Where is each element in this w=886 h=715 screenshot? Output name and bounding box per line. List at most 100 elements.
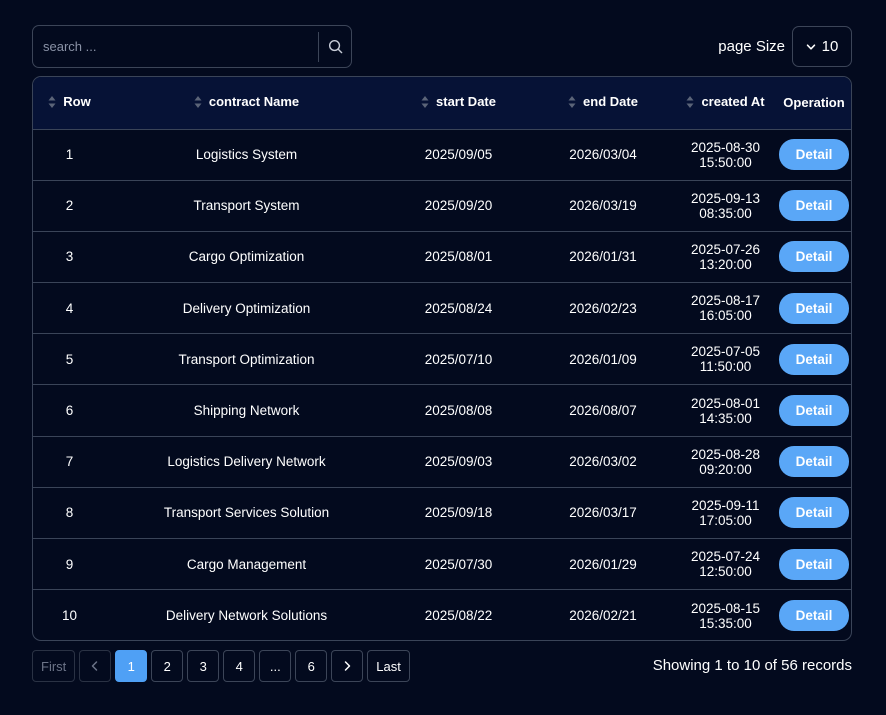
table-row: 6 Shipping Network 2025/08/08 2026/08/07…	[33, 385, 851, 437]
cell-row: 4	[65, 300, 74, 316]
detail-button[interactable]: Detail	[779, 600, 849, 632]
cell-row: 6	[65, 403, 74, 419]
search-button[interactable]	[319, 26, 352, 67]
cell-contract-name: Delivery Optimization	[182, 300, 311, 316]
cell-created-at: 2025-07-05 11:50:00	[690, 344, 761, 375]
cell-contract-name: Delivery Network Solutions	[165, 608, 328, 624]
cell-end-date: 2026/03/17	[569, 505, 637, 521]
cell-start-date: 2025/09/05	[424, 147, 493, 163]
chevron-right-icon	[345, 661, 351, 671]
cell-row: 1	[65, 147, 74, 163]
column-header-label: Operation	[783, 95, 845, 111]
contracts-table: Row contract Name start Date end Date cr…	[32, 76, 852, 641]
cell-row: 10	[61, 608, 78, 624]
column-header-label: created At	[701, 94, 765, 109]
column-header-contract-name[interactable]: contract Name	[106, 77, 387, 130]
column-header-start-date[interactable]: start Date	[387, 77, 530, 130]
table-header-row: Row contract Name start Date end Date cr…	[33, 77, 851, 130]
sort-icon[interactable]	[686, 95, 694, 109]
column-header-created-at[interactable]: created At	[676, 77, 775, 130]
cell-end-date: 2026/01/09	[569, 351, 637, 367]
cell-operation: Detail	[775, 334, 851, 385]
cell-row: 5	[65, 351, 74, 367]
detail-button[interactable]: Detail	[779, 497, 849, 529]
cell-start-date: 2025/09/18	[424, 505, 493, 521]
table-row: 3 Cargo Optimization 2025/08/01 2026/01/…	[33, 231, 851, 283]
pagination: First 1 2 3 4 ... 6 Last	[32, 650, 410, 682]
cell-operation: Detail	[775, 385, 851, 436]
column-header-label: contract Name	[208, 94, 300, 109]
cell-created-at: 2025-08-15 15:35:00	[690, 600, 761, 631]
table-row: 8 Transport Services Solution 2025/09/18…	[33, 487, 851, 539]
cell-end-date: 2026/03/04	[569, 147, 637, 163]
page-button-4[interactable]: 4	[223, 650, 256, 682]
cell-contract-name: Cargo Optimization	[188, 249, 305, 265]
cell-contract-name: Transport Services Solution	[163, 505, 330, 521]
sort-icon[interactable]	[421, 95, 429, 109]
table-row: 4 Delivery Optimization 2025/08/24 2026/…	[33, 283, 851, 334]
sort-icon[interactable]	[194, 95, 202, 109]
page-button-6[interactable]: 6	[295, 650, 328, 682]
detail-button[interactable]: Detail	[779, 292, 849, 324]
search-input[interactable]	[33, 26, 318, 67]
cell-created-at: 2025-08-17 16:05:00	[690, 293, 761, 324]
column-header-end-date[interactable]: end Date	[530, 77, 676, 130]
column-header-operation: Operation	[775, 77, 851, 130]
chevron-down-icon	[806, 43, 815, 50]
cell-operation: Detail	[775, 487, 851, 538]
cell-start-date: 2025/08/01	[424, 249, 493, 265]
table-row: 7 Logistics Delivery Network 2025/09/03 …	[33, 436, 851, 488]
page-button-1[interactable]: 1	[115, 650, 148, 682]
cell-operation: Detail	[775, 590, 851, 640]
cell-end-date: 2026/02/21	[569, 608, 637, 624]
search-icon	[328, 39, 343, 54]
cell-end-date: 2026/03/02	[569, 454, 637, 470]
page-size-value: 10	[821, 38, 839, 55]
cell-operation: Detail	[775, 436, 851, 487]
cell-row: 7	[65, 454, 74, 470]
detail-button[interactable]: Detail	[779, 548, 849, 580]
prev-page-button[interactable]	[79, 650, 112, 682]
cell-created-at: 2025-08-01 14:35:00	[690, 395, 761, 426]
cell-contract-name: Transport Optimization	[178, 351, 315, 367]
toolbar: page Size 10	[32, 25, 852, 68]
chevron-left-icon	[92, 661, 98, 671]
cell-created-at: 2025-08-30 15:50:00	[690, 139, 761, 170]
sort-icon[interactable]	[568, 95, 576, 109]
last-page-button[interactable]: Last	[367, 650, 410, 682]
page-button-2[interactable]: 2	[151, 650, 184, 682]
sort-icon[interactable]	[48, 95, 56, 109]
cell-row: 8	[65, 505, 74, 521]
detail-button[interactable]: Detail	[779, 395, 849, 427]
cell-operation: Detail	[775, 283, 851, 334]
records-summary: Showing 1 to 10 of 56 records	[652, 657, 852, 674]
cell-operation: Detail	[775, 539, 851, 590]
cell-operation: Detail	[775, 180, 851, 231]
detail-button[interactable]: Detail	[779, 139, 849, 171]
cell-end-date: 2026/08/07	[569, 403, 637, 419]
cell-row: 9	[65, 556, 74, 572]
cell-created-at: 2025-07-24 12:50:00	[690, 549, 761, 580]
page-size-select[interactable]: 10	[792, 26, 852, 67]
detail-button[interactable]: Detail	[779, 446, 849, 478]
cell-contract-name: Shipping Network	[193, 403, 300, 419]
cell-created-at: 2025-09-13 08:35:00	[690, 190, 761, 221]
cell-end-date: 2026/01/29	[569, 556, 637, 572]
column-header-label: start Date	[436, 94, 496, 109]
detail-button[interactable]: Detail	[779, 241, 849, 273]
search-box	[32, 25, 352, 68]
table-row: 5 Transport Optimization 2025/07/10 2026…	[33, 334, 851, 385]
cell-created-at: 2025-08-28 09:20:00	[690, 446, 761, 477]
cell-start-date: 2025/07/30	[424, 556, 493, 572]
cell-row: 2	[65, 198, 74, 214]
detail-button[interactable]: Detail	[779, 343, 849, 375]
next-page-button[interactable]	[331, 650, 364, 682]
page-button-3[interactable]: 3	[187, 650, 220, 682]
cell-contract-name: Transport System	[193, 198, 300, 214]
first-page-button[interactable]: First	[32, 650, 76, 682]
detail-button[interactable]: Detail	[779, 190, 849, 222]
page-ellipsis: ...	[259, 650, 292, 682]
cell-start-date: 2025/08/08	[424, 403, 493, 419]
column-header-row[interactable]: Row	[33, 77, 106, 130]
cell-contract-name: Logistics Delivery Network	[167, 454, 326, 470]
